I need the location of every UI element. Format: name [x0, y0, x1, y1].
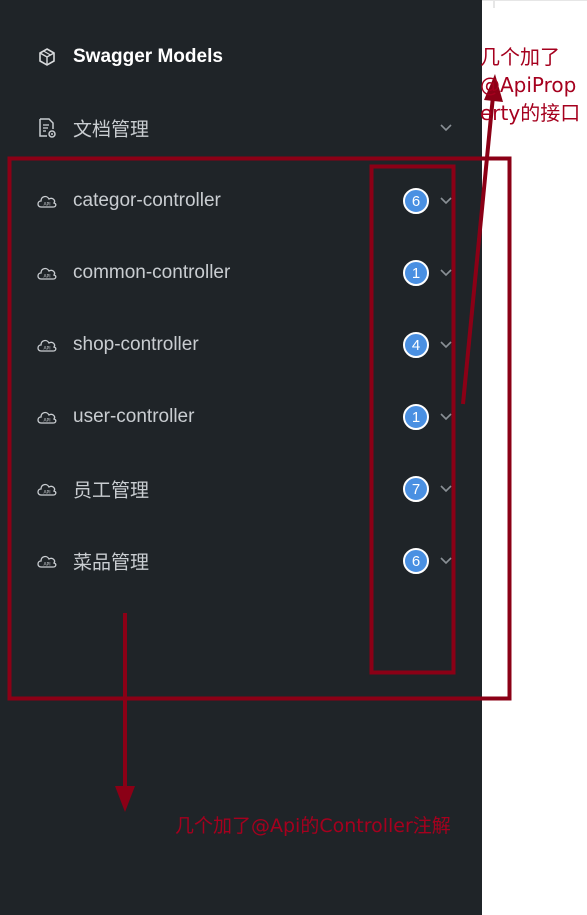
annotation-overlay: [7, 74, 512, 812]
annotation-line: 几个加了: [480, 45, 560, 69]
counts-highlight-box: [369, 164, 456, 675]
annotation-line: erty的接口: [480, 101, 581, 125]
arrow-to-right-note: [461, 95, 495, 405]
annotation-bottom-note: 几个加了@Api的Controller注解: [175, 815, 451, 837]
annotation-line: @ApiProp: [480, 73, 577, 97]
annotation-right-note: 几个加了 @ApiProp erty的接口: [480, 43, 587, 127]
arrowhead-down: [115, 786, 135, 812]
controllers-highlight-box: [7, 156, 512, 701]
